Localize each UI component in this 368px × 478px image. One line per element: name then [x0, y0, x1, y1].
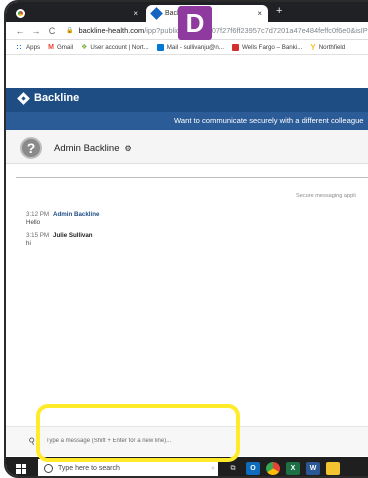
backline-logo-icon	[18, 93, 29, 104]
excel-app-icon[interactable]: X	[286, 462, 300, 475]
tab-chrome-blank[interactable]: ×	[12, 5, 144, 22]
bookmarks-bar: Apps M Gmail ❖ User account | Nort... Ma…	[6, 40, 368, 55]
chrome-icon	[16, 9, 25, 18]
brand-logo[interactable]: Backline	[18, 92, 79, 104]
back-button[interactable]: ←	[14, 26, 26, 36]
bookmark-gmail[interactable]: M Gmail	[48, 44, 73, 51]
account-icon: ❖	[81, 44, 88, 51]
gmail-icon: M	[48, 43, 54, 51]
conversation-name: Admin Backline	[54, 143, 120, 154]
lock-icon: 🔒	[66, 28, 74, 34]
bookmark-user-account[interactable]: ❖ User account | Nort...	[81, 43, 149, 52]
outlook-icon	[156, 43, 164, 51]
message-sender: Admin Backline	[53, 211, 100, 218]
file-explorer-icon[interactable]	[326, 462, 340, 475]
brand-name: Backline	[34, 92, 80, 104]
secure-note: Secure messaging appli	[296, 193, 356, 199]
northfield-icon: Y	[310, 42, 316, 52]
bookmark-apps[interactable]: Apps	[16, 43, 40, 51]
apps-grid-icon	[16, 43, 23, 51]
reload-button[interactable]: C	[46, 26, 58, 36]
bookmark-wells-fargo[interactable]: Wells Fargo – Banki...	[231, 43, 302, 51]
word-app-icon[interactable]: W	[306, 462, 320, 475]
message-text: Hello	[26, 219, 41, 226]
step-badge: D	[178, 6, 212, 40]
windows-start-icon[interactable]	[16, 463, 26, 474]
taskbar-search-placeholder: Type here to search	[58, 465, 120, 472]
message-time: 3:12 PM	[26, 211, 50, 218]
highlight-box	[36, 404, 240, 462]
bookmark-mail[interactable]: Mail - sullivanju@n...	[156, 43, 224, 51]
tab-close-icon[interactable]: ×	[133, 9, 138, 18]
chrome-app-icon[interactable]	[266, 462, 280, 475]
backline-favicon-icon	[150, 7, 163, 20]
url-field[interactable]: 🔒 backline-health.com/ipp?publicToken=65…	[66, 26, 368, 35]
message-time: 3:15 PM	[26, 232, 50, 239]
url-host: backline-health.com	[78, 26, 145, 35]
avatar[interactable]: ?	[20, 137, 42, 159]
search-icon	[44, 464, 53, 473]
message-divider	[16, 177, 368, 178]
message-item: 3:12 PM Admin Backline Hello	[26, 211, 99, 226]
settings-icon[interactable]: ⚙	[124, 144, 131, 153]
conversation-title[interactable]: Admin Backline ⚙	[54, 143, 132, 154]
forward-button[interactable]: →	[30, 26, 42, 36]
banner-text[interactable]: Want to communicate securely with a diff…	[174, 116, 364, 125]
message-text: hi	[26, 240, 31, 247]
browser-window: × Backli × + D ← → C 🔒 backline-health.c…	[4, 0, 368, 478]
bookmark-northfield[interactable]: Y Northfield	[310, 43, 345, 52]
microphone-icon[interactable]: ●	[206, 462, 220, 475]
outlook-app-icon[interactable]: O	[246, 462, 260, 475]
message-item: 3:15 PM Julie Sullivan hi	[26, 232, 93, 247]
tab-close-icon[interactable]: ×	[257, 9, 262, 18]
new-tab-button[interactable]: +	[276, 5, 282, 17]
message-sender: Julie Sullivan	[53, 232, 93, 239]
task-view-icon[interactable]: ⧉	[226, 462, 240, 475]
bank-icon	[231, 43, 239, 51]
